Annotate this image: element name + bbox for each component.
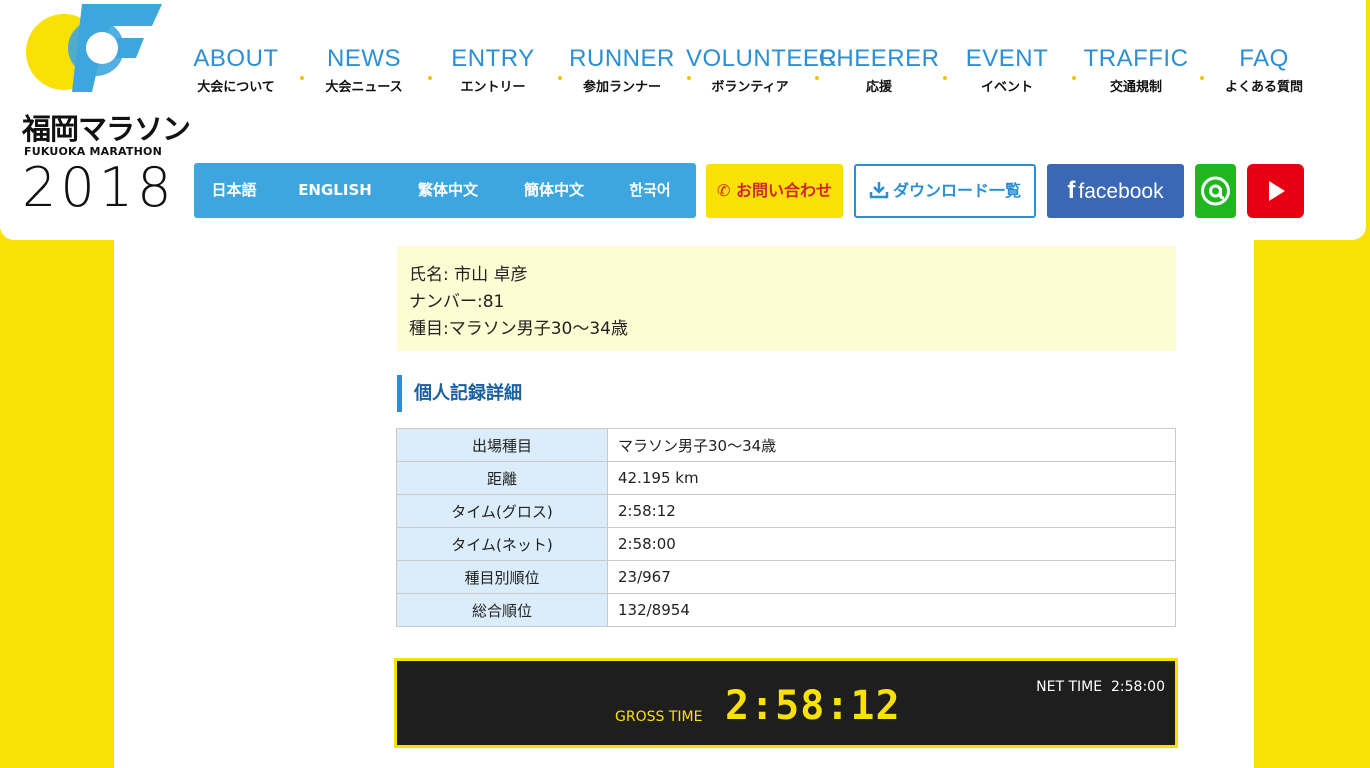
nav-item-faq[interactable]: FAQ よくある質問 <box>1200 44 1328 95</box>
nav-item-about[interactable]: ABOUT 大会について <box>172 44 300 95</box>
nav-label-en: EVENT <box>965 45 1049 72</box>
nav-item-cheerer[interactable]: CHEERER 応援 <box>815 44 943 95</box>
gross-time-label: GROSS TIME <box>615 709 703 725</box>
nav-label-jp: エントリー <box>460 80 526 95</box>
table-row: タイム(グロス) 2:58:12 <box>396 494 1176 528</box>
row-value: 132/8954 <box>607 593 1176 627</box>
logo-year: 2018 <box>22 156 176 219</box>
contact-label: お問い合わせ <box>735 181 832 200</box>
download-list-button[interactable]: ダウンロード一覧 <box>854 164 1036 218</box>
row-value: マラソン男子30～34歳 <box>607 428 1176 462</box>
line-at-icon <box>1201 176 1230 206</box>
lang-korean[interactable]: 한국어 <box>620 163 680 218</box>
site-header: 福岡マラソン FUKUOKA MARATHON 2018 ABOUT 大会につい… <box>0 0 1366 240</box>
row-label: タイム(グロス) <box>396 494 608 528</box>
logo-mark-icon <box>26 4 162 92</box>
runner-info-box: 氏名: 市山 卓彦 ナンバー:81 種目:マラソン男子30～34歳 <box>397 246 1176 351</box>
row-value: 2:58:12 <box>607 494 1176 528</box>
row-value: 23/967 <box>607 560 1176 594</box>
row-label: 種目別順位 <box>396 560 608 594</box>
net-time: NET TIME 2:58:00 <box>1036 679 1165 695</box>
lang-japanese[interactable]: 日本語 <box>204 163 264 218</box>
nav-label-en: CHEERER <box>818 45 940 72</box>
section-title: 個人記録詳細 <box>397 375 522 412</box>
facebook-label: facebook <box>1078 180 1164 203</box>
nav-item-traffic[interactable]: TRAFFIC 交通規制 <box>1072 44 1200 95</box>
play-icon <box>1269 181 1285 201</box>
time-board: GROSS TIME 2:58:12 NET TIME 2:58:00 <box>394 658 1178 748</box>
row-label: タイム(ネット) <box>396 527 608 561</box>
table-row: タイム(ネット) 2:58:00 <box>396 527 1176 561</box>
record-detail-table: 出場種目 マラソン男子30～34歳 距離 42.195 km タイム(グロス) … <box>396 428 1176 627</box>
table-row: 距離 42.195 km <box>396 461 1176 495</box>
net-time-label: NET TIME <box>1036 679 1103 695</box>
gross-time-value: 2:58:12 <box>725 683 901 729</box>
download-label: ダウンロード一覧 <box>892 181 1021 200</box>
phone-icon: ✆ <box>717 181 731 200</box>
row-label: 距離 <box>396 461 608 495</box>
lang-simplified-chinese[interactable]: 簡体中文 <box>514 163 594 218</box>
nav-label-jp: よくある質問 <box>1224 80 1303 95</box>
facebook-button[interactable]: f facebook <box>1047 164 1184 218</box>
row-label: 総合順位 <box>396 593 608 627</box>
nav-label-jp: 参加ランナー <box>582 80 661 95</box>
nav-label-en: ABOUT <box>193 45 279 72</box>
logo-name-jp: 福岡マラソン <box>22 112 191 146</box>
nav-label-en: ENTRY <box>451 45 535 72</box>
language-bar: 日本語 ENGLISH 繁体中文 簡体中文 한국어 <box>194 163 696 218</box>
nav-item-news[interactable]: NEWS 大会ニュース <box>300 44 428 95</box>
table-row: 出場種目 マラソン男子30～34歳 <box>396 428 1176 462</box>
net-time-value: 2:58:00 <box>1111 679 1165 695</box>
facebook-icon: f <box>1067 177 1076 204</box>
row-label: 出場種目 <box>396 428 608 462</box>
runner-number: ナンバー:81 <box>409 292 505 312</box>
nav-label-en: RUNNER <box>569 45 675 72</box>
nav-label-en: NEWS <box>327 45 401 72</box>
nav-label-jp: 応援 <box>865 80 892 95</box>
nav-label-jp: 大会ニュース <box>325 80 403 95</box>
table-row: 総合順位 132/8954 <box>396 593 1176 627</box>
nav-item-volunteer[interactable]: VOLUNTEER ボランティア <box>686 44 838 95</box>
lang-traditional-chinese[interactable]: 繁体中文 <box>408 163 488 218</box>
download-icon <box>869 182 889 199</box>
runner-category: 種目:マラソン男子30～34歳 <box>409 319 628 339</box>
site-logo[interactable]: 福岡マラソン FUKUOKA MARATHON 2018 <box>22 0 191 220</box>
nav-label-jp: 大会について <box>197 80 275 95</box>
youtube-button[interactable] <box>1247 164 1304 218</box>
row-value: 2:58:00 <box>607 527 1176 561</box>
runner-name: 氏名: 市山 卓彦 <box>409 265 528 285</box>
nav-label-en: VOLUNTEER <box>686 45 838 72</box>
line-button[interactable] <box>1195 164 1236 218</box>
nav-item-runner[interactable]: RUNNER 参加ランナー <box>558 44 686 95</box>
nav-label-en: FAQ <box>1239 45 1289 72</box>
nav-item-entry[interactable]: ENTRY エントリー <box>429 44 557 95</box>
main-nav: ABOUT 大会について NEWS 大会ニュース ENTRY エントリー RUN… <box>172 44 1332 104</box>
nav-item-event[interactable]: EVENT イベント <box>943 44 1071 95</box>
nav-label-jp: ボランティア <box>711 80 789 95</box>
table-row: 種目別順位 23/967 <box>396 560 1176 594</box>
nav-label-jp: 交通規制 <box>1109 80 1162 95</box>
nav-label-jp: イベント <box>980 80 1033 95</box>
nav-label-en: TRAFFIC <box>1083 45 1189 72</box>
main-content: 氏名: 市山 卓彦 ナンバー:81 種目:マラソン男子30～34歳 個人記録詳細… <box>114 240 1254 768</box>
contact-button[interactable]: ✆ お問い合わせ <box>706 164 843 218</box>
lang-english[interactable]: ENGLISH <box>290 163 380 218</box>
row-value: 42.195 km <box>607 461 1176 495</box>
